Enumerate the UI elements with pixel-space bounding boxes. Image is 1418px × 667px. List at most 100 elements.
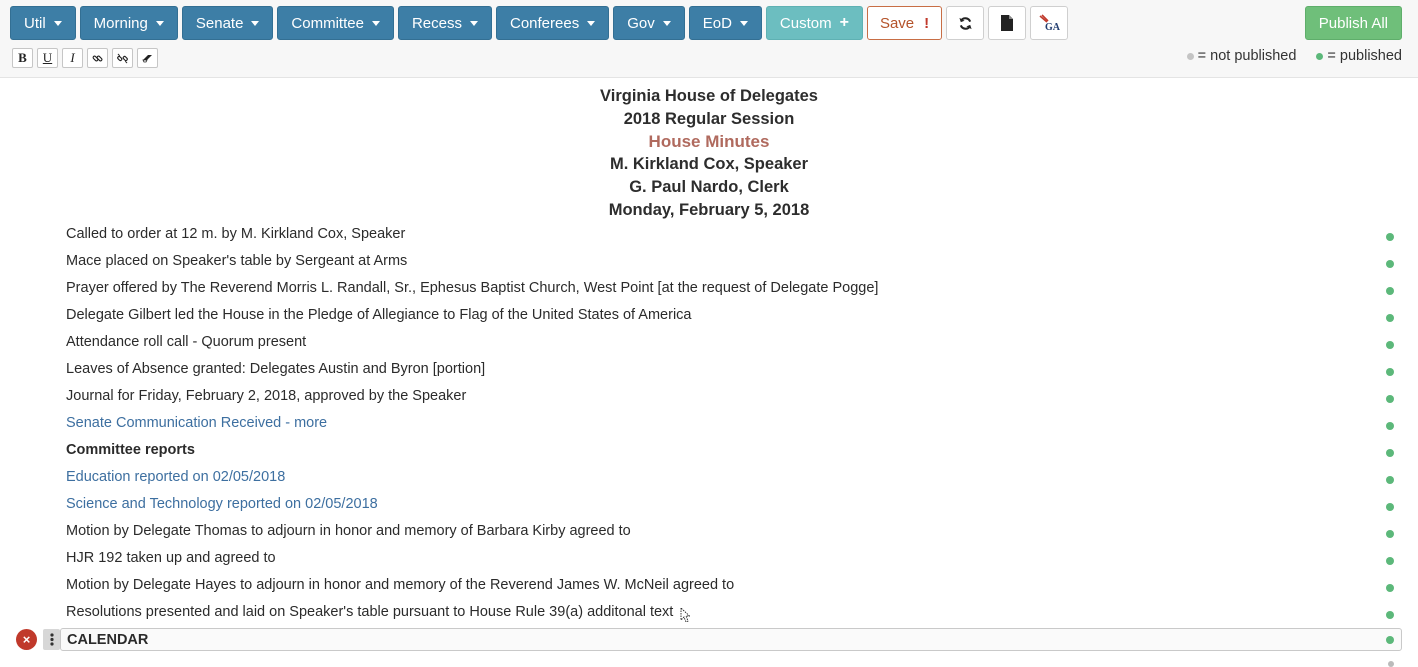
custom-button[interactable]: Custom + <box>765 6 863 40</box>
svg-text:GA: GA <box>1045 22 1060 32</box>
minutes-text: Motion by Delegate Thomas to adjourn in … <box>66 523 631 539</box>
published-status-dot <box>1386 395 1394 403</box>
caret-down-icon <box>251 20 260 26</box>
header-document-type: House Minutes <box>648 131 770 151</box>
minutes-row[interactable]: Motion by Delegate Hayes to adjourn in h… <box>0 573 1418 600</box>
gov-dropdown-button[interactable]: Gov <box>613 6 685 40</box>
legend-not-published: = not published <box>1186 48 1297 64</box>
minutes-row[interactable]: Leaves of Absence granted: Delegates Aus… <box>0 357 1418 384</box>
minutes-link[interactable]: Education reported on 02/05/2018 <box>66 469 285 485</box>
caret-down-icon <box>662 20 671 26</box>
minutes-row[interactable]: Resolutions presented and laid on Speake… <box>0 600 1418 627</box>
unlink-icon <box>117 53 128 63</box>
minutes-text: HJR 192 taken up and agreed to <box>66 550 276 566</box>
committee-dropdown-button[interactable]: Committee <box>277 6 394 40</box>
conferees-dropdown-button[interactable]: Conferees <box>495 6 610 40</box>
header-speaker: M. Kirkland Cox, Speaker <box>609 155 809 174</box>
minutes-row[interactable]: Prayer offered by The Reverend Morris L.… <box>0 276 1418 303</box>
minutes-link[interactable]: Science and Technology reported on 02/05… <box>66 496 378 512</box>
minutes-row[interactable]: Motion by Delegate Thomas to adjourn in … <box>0 519 1418 546</box>
minutes-text: Attendance roll call - Quorum present <box>66 334 307 350</box>
published-status-dot <box>1386 530 1394 538</box>
eraser-icon <box>141 55 152 63</box>
link-button[interactable] <box>87 48 108 68</box>
morning-label: Morning <box>93 14 148 32</box>
plus-icon: + <box>839 14 849 31</box>
toolbar: Util Morning Senate Committee Recess Con… <box>0 0 1418 78</box>
legend-published: = published <box>1316 48 1402 64</box>
published-status-dot <box>1386 368 1394 376</box>
minutes-text: Leaves of Absence granted: Delegates Aus… <box>66 361 486 377</box>
caret-down-icon <box>155 20 164 26</box>
minutes-header: Virginia House of Delegates 2018 Regular… <box>0 85 1418 222</box>
senate-dropdown-button[interactable]: Senate <box>181 6 274 40</box>
document-icon <box>1001 15 1014 31</box>
ga-button[interactable]: GA <box>1030 6 1069 40</box>
minutes-row[interactable]: Science and Technology reported on 02/05… <box>0 492 1418 519</box>
minutes-row[interactable]: Senate Communication Received - more <box>0 411 1418 438</box>
minutes-text: Mace placed on Speaker's table by Sergea… <box>66 253 408 269</box>
minutes-link[interactable]: Senate Communication Received - more <box>66 415 327 431</box>
senate-label: Senate <box>195 14 244 32</box>
minutes-text: Motion by Delegate Hayes to adjourn in h… <box>66 577 735 593</box>
underline-button[interactable]: U <box>37 48 58 68</box>
minutes-text: Delegate Gilbert led the House in the Pl… <box>66 307 692 323</box>
util-dropdown-button[interactable]: Util <box>10 6 76 40</box>
italic-button[interactable]: I <box>62 48 83 68</box>
clear-format-button[interactable] <box>137 48 158 68</box>
minutes-row[interactable]: Called to order at 12 m. by M. Kirkland … <box>0 222 1418 249</box>
published-status-dot <box>1386 422 1394 430</box>
conferees-label: Conferees <box>509 14 580 32</box>
refresh-button[interactable] <box>946 6 985 40</box>
minutes-row[interactable]: Journal for Friday, February 2, 2018, ap… <box>0 384 1418 411</box>
format-toolbar: B U I <box>12 48 158 68</box>
mouse-cursor-icon <box>680 607 690 623</box>
minutes-row[interactable]: Attendance roll call - Quorum present <box>0 330 1418 357</box>
unlink-button[interactable] <box>112 48 133 68</box>
delete-icon[interactable]: × <box>16 629 37 650</box>
published-status-dot <box>1386 503 1394 511</box>
morning-dropdown-button[interactable]: Morning <box>79 6 178 40</box>
minutes-row[interactable]: Education reported on 02/05/2018 <box>0 465 1418 492</box>
published-status-dot <box>1386 287 1394 295</box>
caret-down-icon <box>587 20 596 26</box>
eod-label: EoD <box>702 14 732 32</box>
minutes-row[interactable]: Mace placed on Speaker's table by Sergea… <box>0 249 1418 276</box>
minutes-row[interactable]: Committee reports <box>0 438 1418 465</box>
vertical-dots-icon <box>49 633 54 646</box>
recess-dropdown-button[interactable]: Recess <box>397 6 492 40</box>
header-clerk: G. Paul Nardo, Clerk <box>629 178 789 197</box>
minutes-row[interactable]: HJR 192 taken up and agreed to <box>0 546 1418 573</box>
eod-dropdown-button[interactable]: EoD <box>688 6 762 40</box>
recess-label: Recess <box>411 14 462 32</box>
link-icon <box>92 55 103 61</box>
published-status-dot <box>1386 584 1394 592</box>
minutes-text: Prayer offered by The Reverend Morris L.… <box>66 280 879 296</box>
save-button[interactable]: Save! <box>866 6 943 40</box>
published-status-dot <box>1386 449 1394 457</box>
caret-down-icon <box>739 20 748 26</box>
legend-not-published-label: = not published <box>1197 48 1297 64</box>
document-button[interactable] <box>988 6 1027 40</box>
published-status-dot <box>1386 557 1394 565</box>
gov-label: Gov <box>627 14 655 32</box>
calendar-item[interactable]: CALENDAR <box>60 628 1402 651</box>
bold-button[interactable]: B <box>12 48 33 68</box>
header-session: 2018 Regular Session <box>623 109 795 128</box>
caret-down-icon <box>53 20 62 26</box>
minutes-list: Called to order at 12 m. by M. Kirkland … <box>0 222 1418 627</box>
publish-legend: = not published = published <box>1186 48 1402 64</box>
calendar-label: CALENDAR <box>67 632 149 648</box>
grey-dot-icon <box>1186 52 1194 60</box>
calendar-row: × CALENDAR <box>0 628 1418 652</box>
save-label: Save <box>879 14 915 32</box>
ga-logo-icon: GA <box>1039 14 1060 32</box>
drag-handle-icon[interactable] <box>43 629 60 650</box>
minutes-row[interactable]: Delegate Gilbert led the House in the Pl… <box>0 303 1418 330</box>
publish-all-button[interactable]: Publish All <box>1304 6 1402 40</box>
committee-label: Committee <box>291 14 364 32</box>
legend-published-label: = published <box>1327 48 1402 64</box>
green-dot-icon <box>1316 52 1324 60</box>
refresh-icon <box>959 16 972 30</box>
header-title: Virginia House of Delegates <box>600 87 818 105</box>
